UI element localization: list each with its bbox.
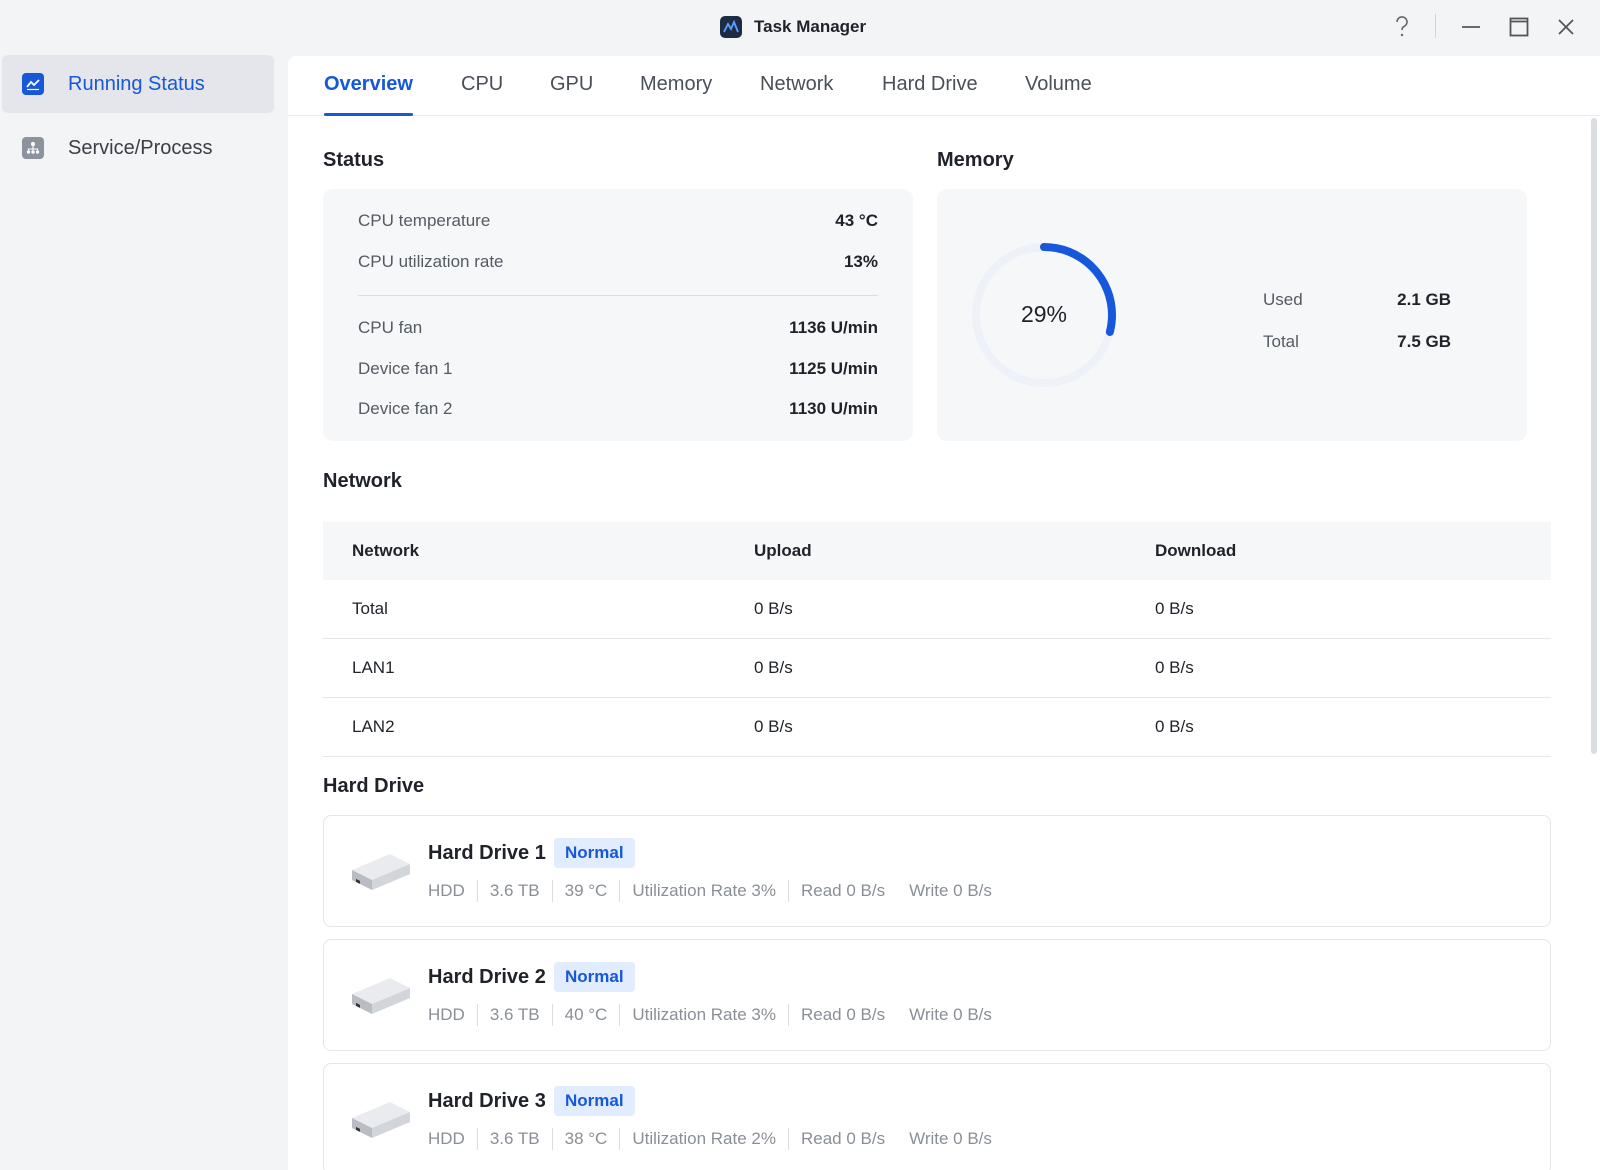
window-title-group: Task Manager <box>720 13 866 41</box>
hard-drive-icon <box>352 1102 410 1138</box>
hard-drive-name: Hard Drive 2 <box>428 966 546 988</box>
network-table: Network Upload Download Total 0 B/s 0 B/… <box>323 522 1551 757</box>
vertical-scrollbar[interactable] <box>1591 118 1597 754</box>
sidebar-item-label: Service/Process <box>68 136 213 159</box>
memory-total-row: Total 7.5 GB <box>1263 332 1451 351</box>
close-icon[interactable] <box>1551 12 1581 42</box>
window-title: Task Manager <box>754 17 867 36</box>
sidebar-item-running-status[interactable]: Running Status <box>2 55 274 113</box>
hard-drive-icon <box>352 978 410 1014</box>
column-header-upload: Upload <box>754 541 812 560</box>
sidebar: Running Status Service/Process <box>0 54 288 1170</box>
tab-gpu[interactable]: GPU <box>550 73 593 116</box>
status-card: CPU temperature 43 °C CPU utilization ra… <box>323 189 913 441</box>
tab-bar: Overview CPU GPU Memory Network Hard Dri… <box>288 56 1600 116</box>
title-divider <box>1435 14 1436 38</box>
sidebar-item-service-process[interactable]: Service/Process <box>2 119 274 177</box>
memory-card: 29% Used 2.1 GB Total 7.5 GB <box>937 189 1527 441</box>
status-row-device-fan-1: Device fan 1 1125 U/min <box>358 359 878 378</box>
hard-drive-card[interactable]: Hard Drive 2 Normal HDD 3.6 TB 40 °C Uti… <box>323 939 1551 1051</box>
column-header-download: Download <box>1155 541 1237 560</box>
tab-volume[interactable]: Volume <box>1025 73 1092 116</box>
hard-drive-details: HDD 3.6 TB 39 °C Utilization Rate 3% Rea… <box>428 880 992 902</box>
table-row: LAN2 0 B/s 0 B/s <box>323 698 1551 757</box>
minimize-icon[interactable] <box>1456 12 1486 42</box>
hard-drive-icon <box>352 854 410 890</box>
chart-icon <box>22 73 44 95</box>
tab-overview[interactable]: Overview <box>324 73 413 116</box>
tab-cpu[interactable]: CPU <box>461 73 503 116</box>
status-row-cpu-utilization: CPU utilization rate 13% <box>358 252 878 271</box>
hard-drive-details: HDD 3.6 TB 38 °C Utilization Rate 2% Rea… <box>428 1128 992 1150</box>
memory-percent-label: 29% <box>1020 301 1068 327</box>
status-badge: Normal <box>554 962 635 992</box>
network-section-title: Network <box>323 470 402 492</box>
column-header-network: Network <box>352 541 420 560</box>
hard-drive-card[interactable]: Hard Drive 3 Normal HDD 3.6 TB 38 °C Uti… <box>323 1063 1551 1170</box>
memory-section-title: Memory <box>937 149 1014 171</box>
main-panel: Overview CPU GPU Memory Network Hard Dri… <box>288 56 1600 1170</box>
hard-drive-section-title: Hard Drive <box>323 775 425 797</box>
table-row: Total 0 B/s 0 B/s <box>323 580 1551 639</box>
title-bar: Task Manager <box>0 0 1600 54</box>
table-row: LAN1 0 B/s 0 B/s <box>323 639 1551 698</box>
sidebar-item-label: Running Status <box>68 72 205 95</box>
hard-drive-details: HDD 3.6 TB 40 °C Utilization Rate 3% Rea… <box>428 1004 992 1026</box>
status-row-cpu-fan: CPU fan 1136 U/min <box>358 318 878 337</box>
help-icon[interactable] <box>1387 12 1417 42</box>
hard-drive-name: Hard Drive 1 <box>428 842 546 864</box>
memory-used-row: Used 2.1 GB <box>1263 290 1451 309</box>
status-badge: Normal <box>554 1086 635 1116</box>
status-row-cpu-temperature: CPU temperature 43 °C <box>358 211 878 230</box>
tab-memory[interactable]: Memory <box>640 73 712 116</box>
status-divider <box>358 295 878 296</box>
status-row-device-fan-2: Device fan 2 1130 U/min <box>358 399 878 418</box>
hard-drive-card[interactable]: Hard Drive 1 Normal HDD 3.6 TB 39 °C Uti… <box>323 815 1551 927</box>
network-table-header: Network Upload Download <box>323 522 1551 580</box>
tab-hard-drive[interactable]: Hard Drive <box>882 73 978 116</box>
hard-drive-name: Hard Drive 3 <box>428 1090 546 1112</box>
status-section-title: Status <box>323 149 385 171</box>
tab-network[interactable]: Network <box>760 73 833 116</box>
status-badge: Normal <box>554 838 635 868</box>
maximize-icon[interactable] <box>1504 12 1534 42</box>
hierarchy-icon <box>22 137 44 159</box>
task-manager-app-icon <box>720 16 742 38</box>
